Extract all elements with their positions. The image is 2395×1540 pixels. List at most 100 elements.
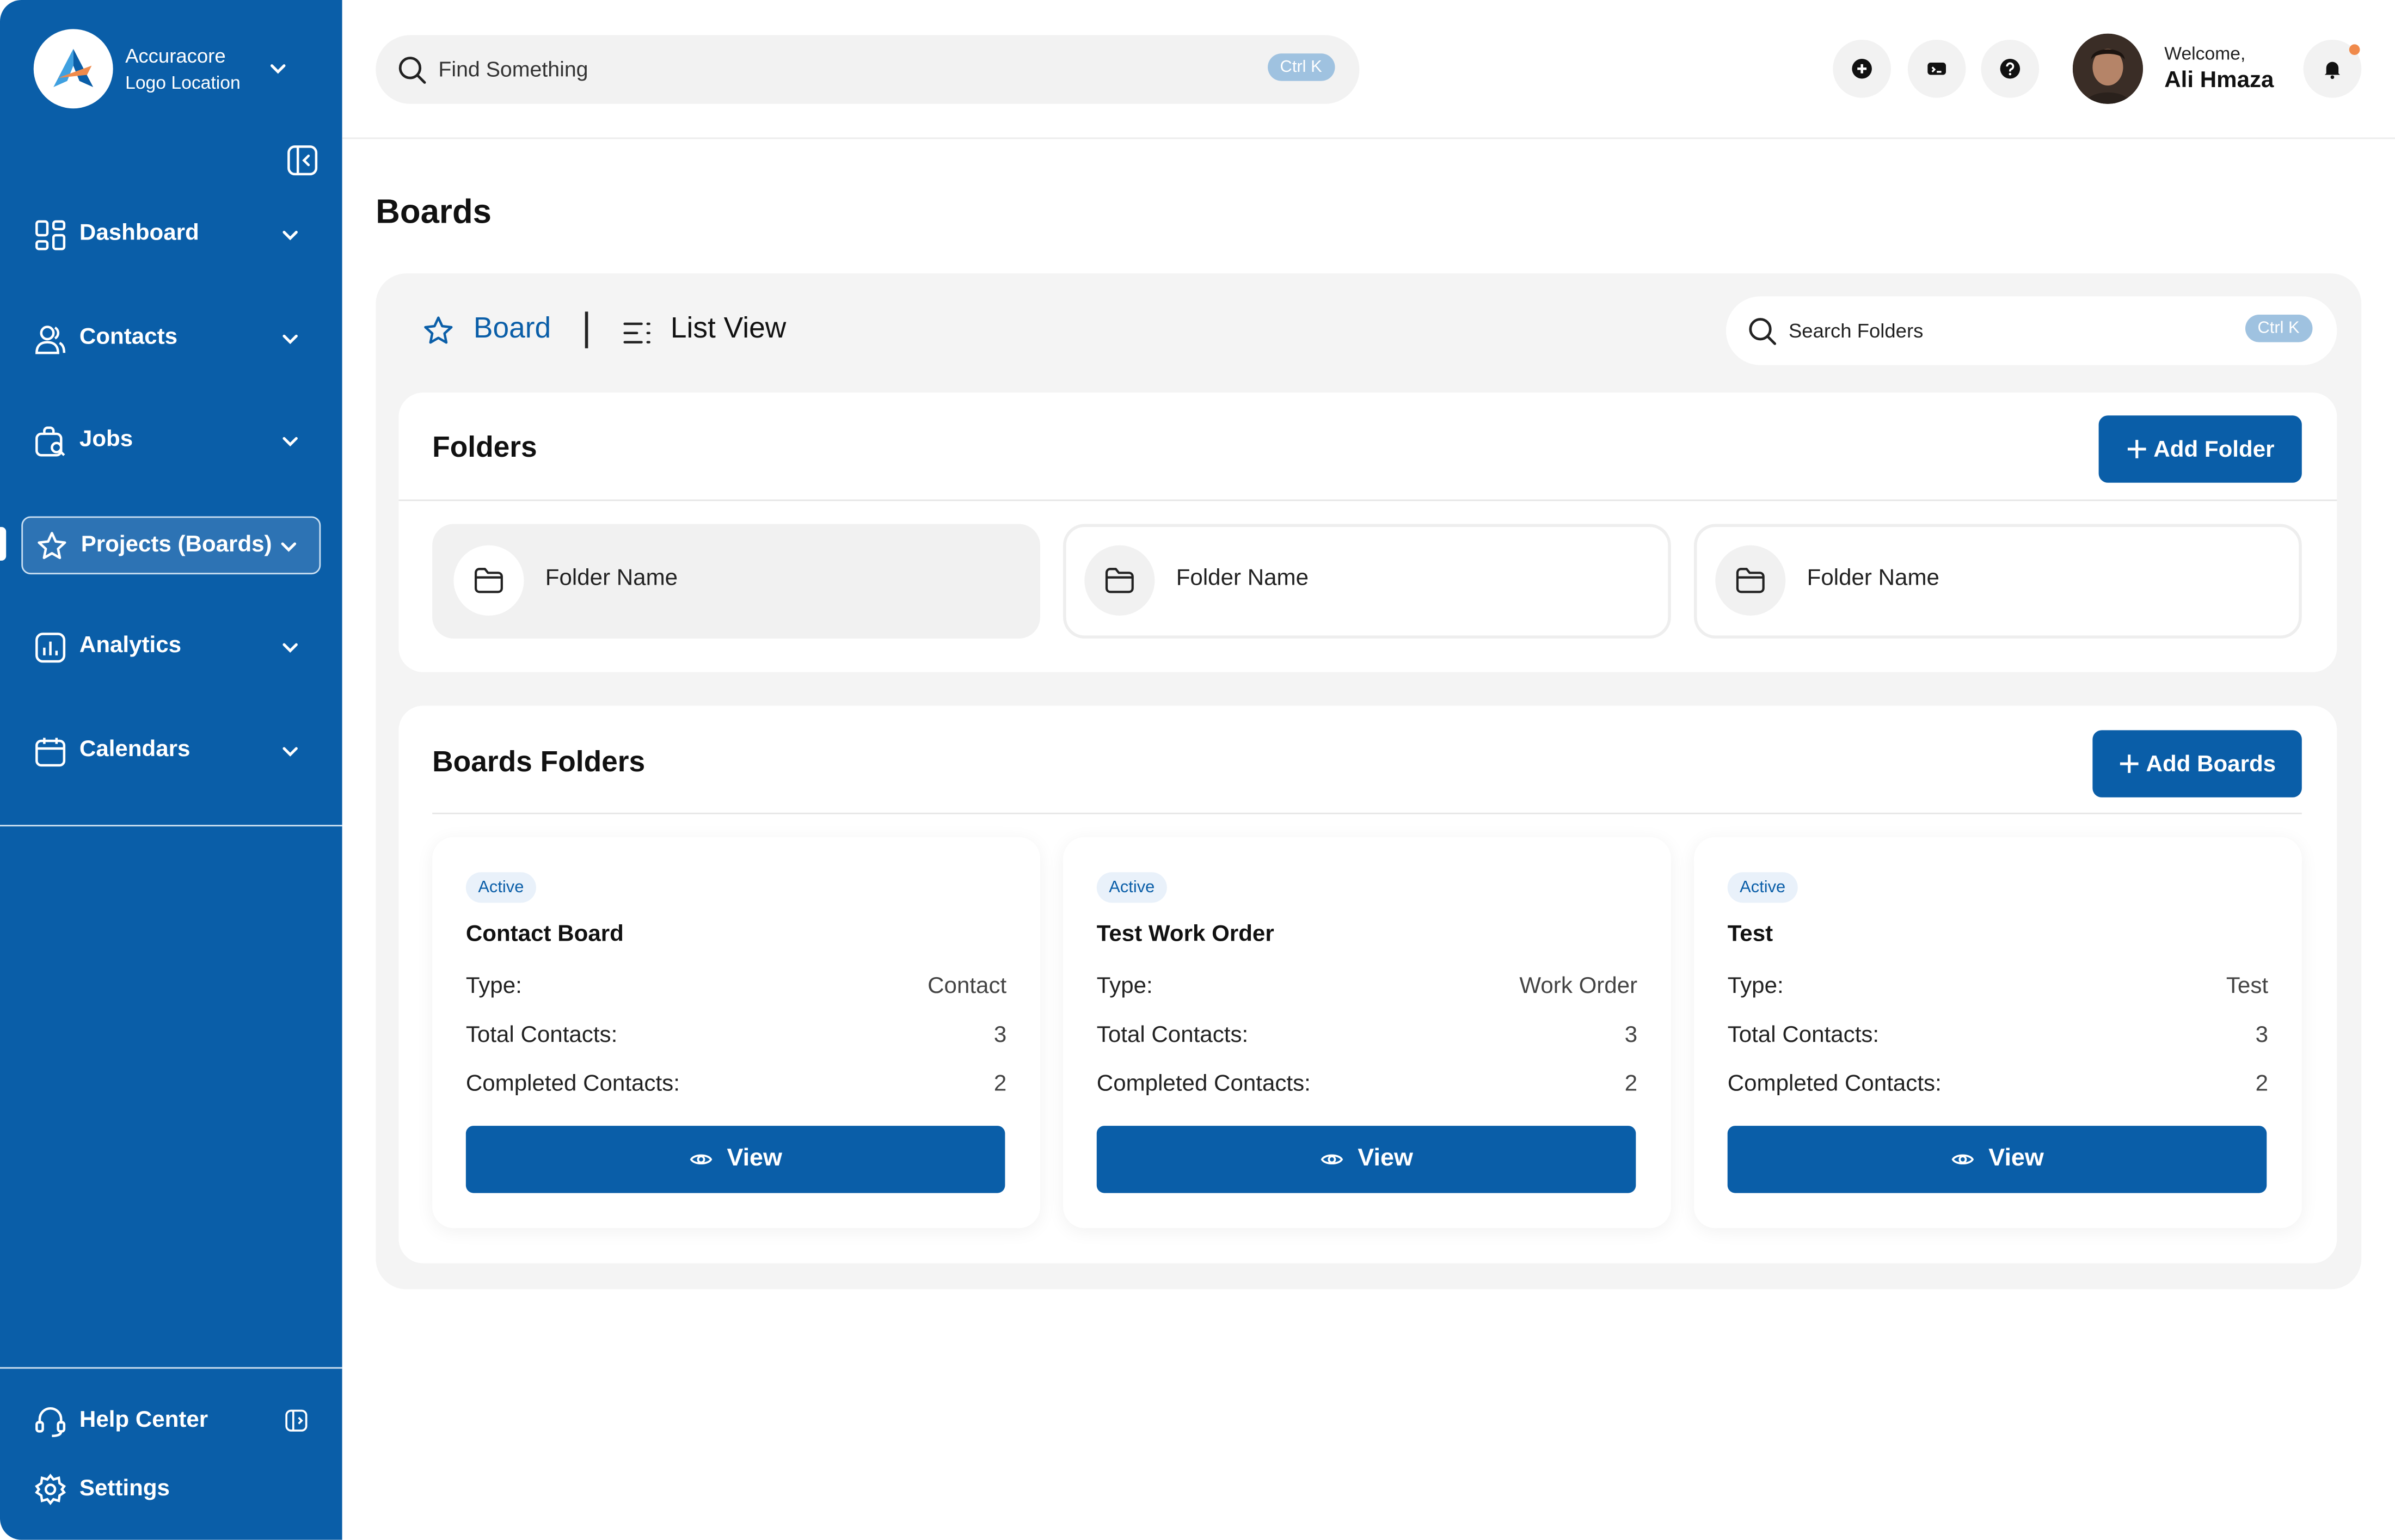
board-card: Active Contact Board Type: Contact Total… bbox=[432, 837, 1040, 1229]
folder-icon bbox=[1084, 545, 1155, 616]
avatar[interactable] bbox=[2072, 33, 2143, 104]
folder-icon bbox=[1715, 545, 1786, 616]
analytics-icon bbox=[34, 631, 67, 665]
sidebar-item-label: Dashboard bbox=[79, 220, 199, 246]
board-card: Active Test Type: Test Total Contacts: 3… bbox=[1693, 837, 2302, 1229]
folder-search[interactable]: Search Folders Ctrl K bbox=[1725, 296, 2337, 365]
chevron-down-icon bbox=[278, 635, 303, 660]
sidebar-item-projects-boards[interactable]: Projects (Boards) bbox=[21, 516, 321, 575]
completed-contacts-value: 2 bbox=[1624, 1071, 1638, 1097]
folder-card[interactable]: Folder Name bbox=[1693, 524, 2302, 639]
sidebar-item-analytics[interactable]: Analytics bbox=[21, 618, 321, 677]
add-boards-button[interactable]: Add Boards bbox=[2092, 730, 2302, 797]
plus-circle-icon bbox=[1852, 59, 1872, 79]
folder-card[interactable]: Folder Name bbox=[1063, 524, 1671, 639]
brand-logo bbox=[33, 29, 113, 109]
eye-icon bbox=[690, 1154, 713, 1165]
eye-icon bbox=[1951, 1154, 1974, 1165]
topbar-divider bbox=[342, 137, 2395, 139]
boards-folders-title: Boards Folders bbox=[432, 747, 646, 780]
collapse-sidebar-icon[interactable] bbox=[286, 144, 320, 177]
brand-name: Accuracore bbox=[125, 44, 226, 68]
folder-name: Folder Name bbox=[1807, 565, 1939, 591]
calendar-icon bbox=[34, 735, 67, 769]
dashboard-grid-icon bbox=[34, 218, 67, 252]
board-name: Test Work Order bbox=[1096, 921, 1274, 947]
add-button[interactable] bbox=[1833, 39, 1891, 98]
plus-icon bbox=[2120, 754, 2139, 773]
add-folder-button[interactable]: Add Folder bbox=[2098, 415, 2302, 483]
view-label: View bbox=[1988, 1145, 2044, 1172]
chevron-down-icon bbox=[278, 739, 303, 764]
sidebar-divider bbox=[0, 1367, 342, 1369]
status-badge: Active bbox=[1096, 872, 1167, 903]
board-name: Contact Board bbox=[465, 921, 624, 947]
notification-dot bbox=[2349, 44, 2360, 56]
folder-card[interactable]: Folder Name bbox=[432, 524, 1040, 639]
welcome-text: Welcome, bbox=[2164, 42, 2246, 64]
view-label: View bbox=[1358, 1145, 1413, 1172]
total-contacts-label: Total Contacts: bbox=[465, 1022, 618, 1048]
brand-switch-chevron-down-icon[interactable] bbox=[266, 57, 290, 81]
sidebar-item-dashboard[interactable]: Dashboard bbox=[21, 206, 321, 265]
global-search[interactable]: Find Something Ctrl K bbox=[376, 35, 1360, 104]
view-button[interactable]: View bbox=[465, 1126, 1005, 1193]
add-folder-label: Add Folder bbox=[2153, 436, 2275, 462]
expand-panel-icon[interactable] bbox=[284, 1408, 309, 1433]
board-card: Active Test Work Order Type: Work Order … bbox=[1063, 837, 1671, 1229]
type-label: Type: bbox=[1096, 973, 1153, 999]
tab-label: List View bbox=[670, 313, 787, 346]
sidebar-item-label: Projects (Boards) bbox=[81, 531, 272, 558]
help-button[interactable] bbox=[1981, 39, 2040, 98]
shortcut-badge: Ctrl K bbox=[2245, 315, 2312, 342]
type-label: Type: bbox=[1727, 973, 1784, 999]
sidebar-item-help-center[interactable]: Help Center bbox=[21, 1398, 321, 1444]
view-label: View bbox=[727, 1145, 782, 1172]
sidebar-item-label: Settings bbox=[79, 1475, 170, 1502]
completed-contacts-value: 2 bbox=[993, 1071, 1007, 1097]
completed-contacts-label: Completed Contacts: bbox=[1727, 1071, 1942, 1097]
section-divider bbox=[398, 499, 2337, 501]
search-input[interactable]: Find Something bbox=[438, 57, 588, 81]
sidebar-item-label: Help Center bbox=[79, 1407, 208, 1433]
folder-name: Folder Name bbox=[545, 565, 678, 591]
folder-name: Folder Name bbox=[1176, 565, 1309, 591]
folders-title: Folders bbox=[432, 432, 537, 465]
folder-icon bbox=[453, 545, 524, 616]
sidebar-item-settings[interactable]: Settings bbox=[21, 1467, 321, 1512]
board-name: Test bbox=[1727, 921, 1773, 947]
view-button[interactable]: View bbox=[1096, 1126, 1636, 1193]
eye-icon bbox=[1321, 1154, 1343, 1165]
completed-contacts-label: Completed Contacts: bbox=[465, 1071, 680, 1097]
headset-icon bbox=[34, 1404, 67, 1438]
folder-search-input[interactable]: Search Folders bbox=[1789, 319, 1923, 342]
messages-button[interactable] bbox=[1907, 39, 1966, 98]
total-contacts-label: Total Contacts: bbox=[1727, 1022, 1880, 1048]
user-name: Ali Hmaza bbox=[2164, 67, 2274, 94]
chevron-down-icon bbox=[277, 535, 301, 559]
message-icon bbox=[1927, 63, 1946, 75]
plus-icon bbox=[2127, 440, 2146, 458]
sidebar-divider bbox=[0, 825, 342, 827]
chevron-down-icon bbox=[278, 223, 303, 248]
jobs-icon bbox=[34, 425, 67, 458]
chevron-down-icon bbox=[278, 430, 303, 454]
type-value: Work Order bbox=[1519, 973, 1638, 999]
total-contacts-value: 3 bbox=[1624, 1022, 1638, 1048]
sidebar-item-label: Jobs bbox=[79, 426, 133, 452]
logo-icon bbox=[53, 48, 94, 87]
search-icon bbox=[1747, 316, 1778, 347]
total-contacts-value: 3 bbox=[2255, 1022, 2269, 1048]
sidebar-item-jobs[interactable]: Jobs bbox=[21, 413, 321, 471]
sidebar-item-calendars[interactable]: Calendars bbox=[21, 722, 321, 781]
completed-contacts-label: Completed Contacts: bbox=[1096, 1071, 1311, 1097]
type-value: Test bbox=[2226, 973, 2269, 999]
contacts-icon bbox=[34, 322, 67, 356]
board-star-icon bbox=[421, 315, 455, 348]
view-button[interactable]: View bbox=[1727, 1126, 2267, 1193]
search-icon bbox=[397, 55, 428, 85]
sidebar-item-contacts[interactable]: Contacts bbox=[21, 310, 321, 369]
status-badge: Active bbox=[465, 872, 536, 903]
bell-icon bbox=[2324, 62, 2340, 79]
projects-icon bbox=[35, 530, 69, 564]
